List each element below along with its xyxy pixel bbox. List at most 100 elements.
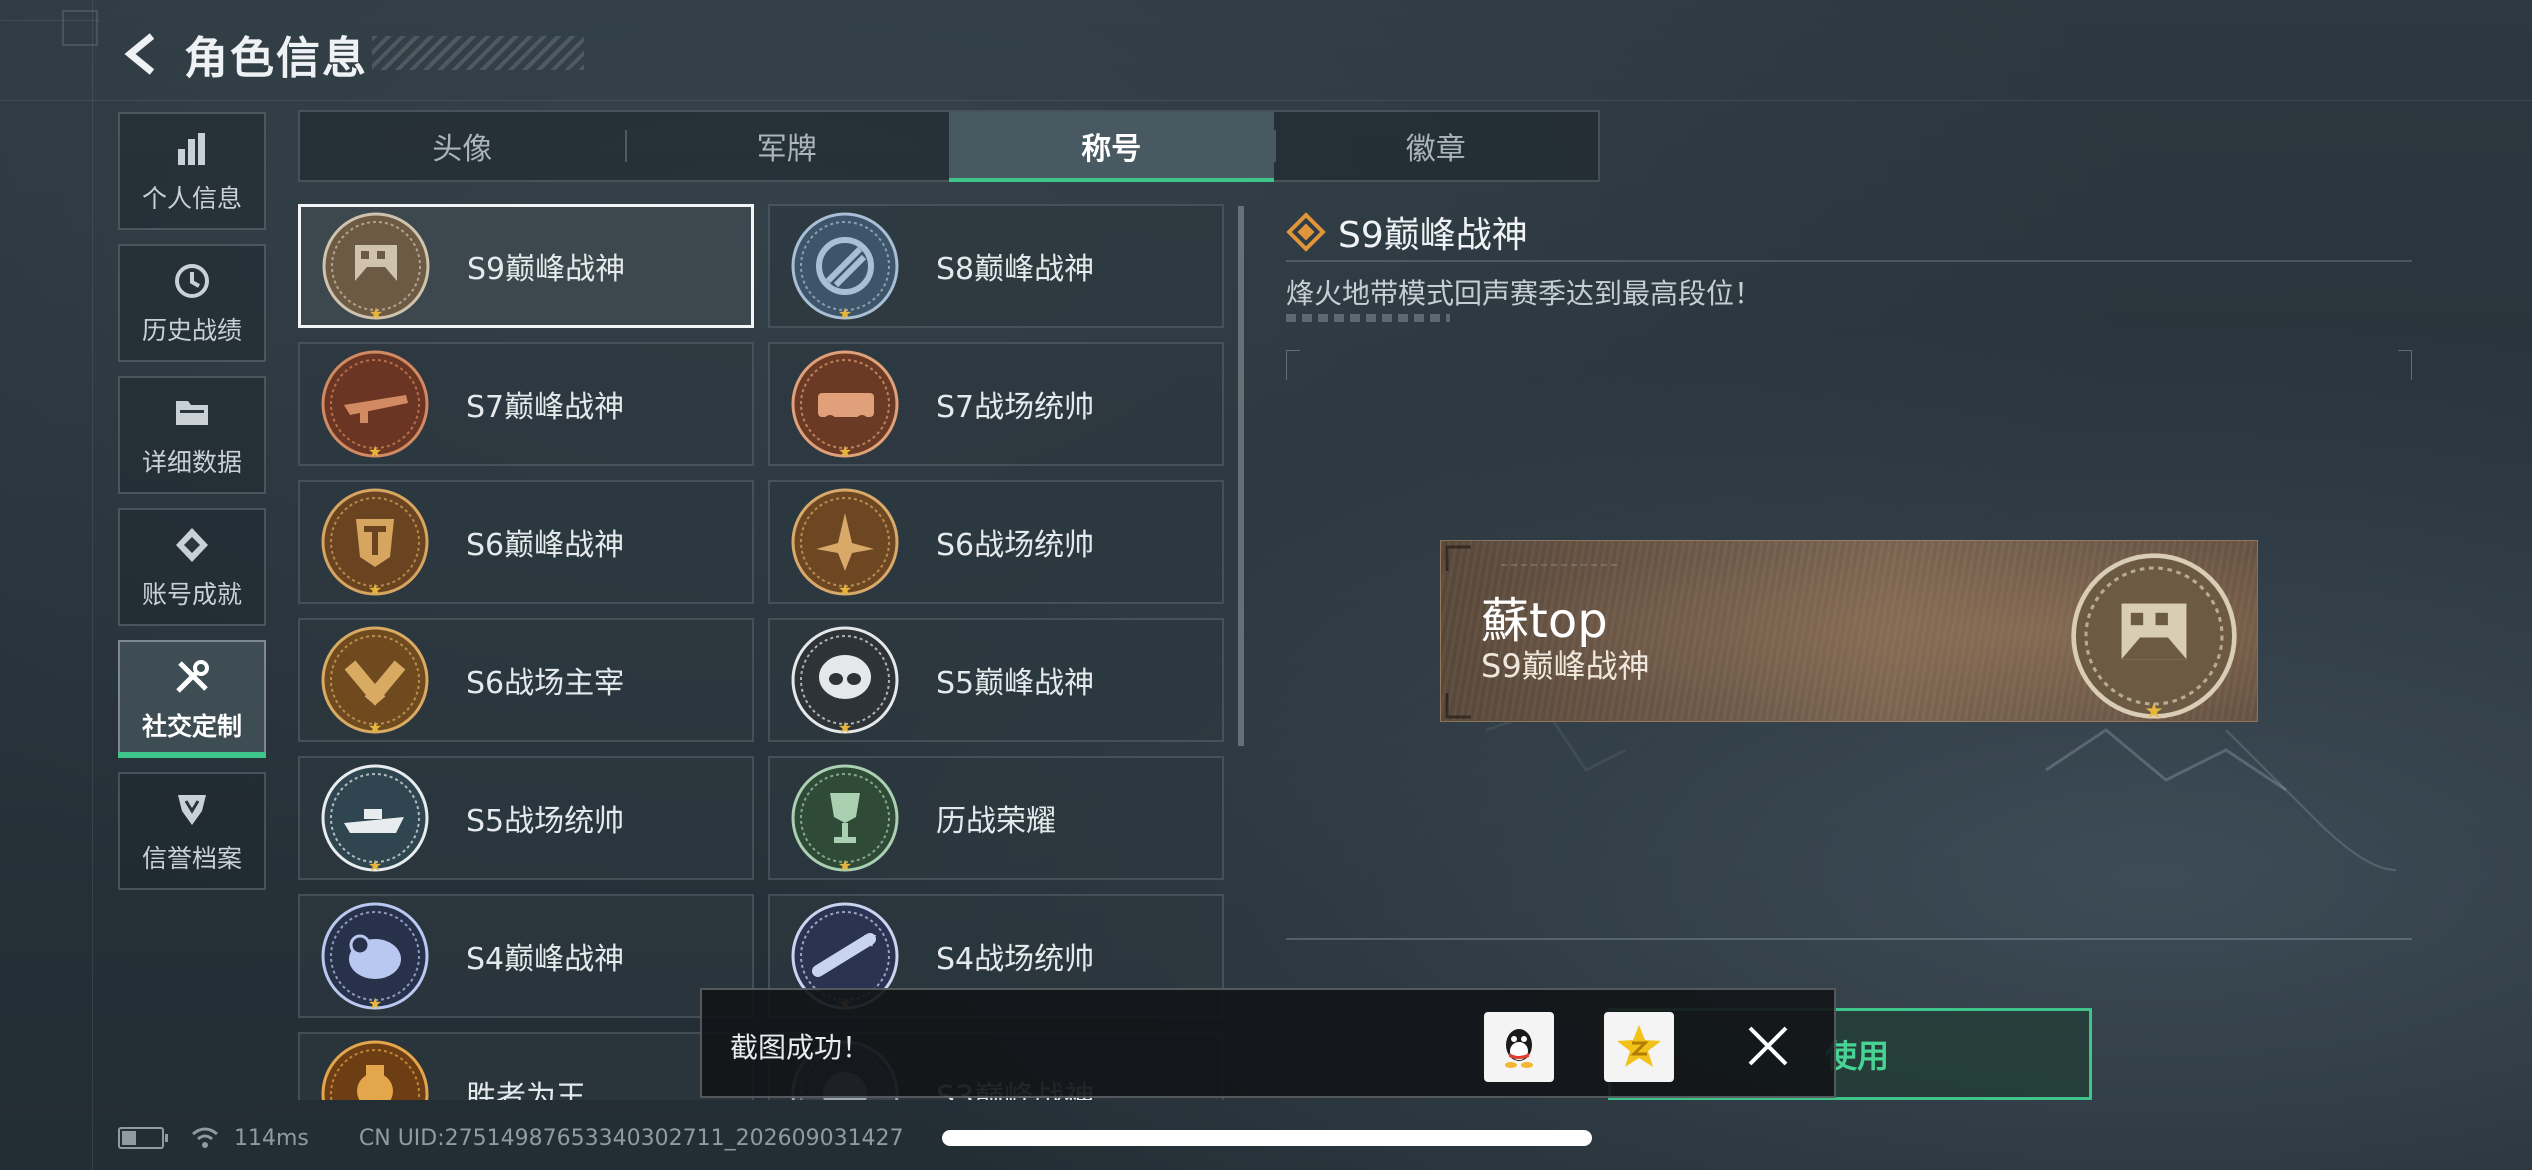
rifle-emblem-icon: ★ xyxy=(320,349,430,461)
title-card[interactable]: ★ 历战荣耀 xyxy=(768,756,1224,880)
detail-description: 烽火地带模式回声赛季达到最高段位！ xyxy=(1286,277,1763,310)
wifi-icon xyxy=(192,1127,218,1148)
title-name: S7战场统帅 xyxy=(936,390,1095,425)
title-card[interactable]: ★ S6战场统帅 xyxy=(768,480,1224,604)
fortress-emblem-icon: ★ xyxy=(2071,553,2237,721)
toast-message: 截图成功！ xyxy=(730,1031,871,1064)
detail-title: S9巅峰战神 xyxy=(1338,215,1528,256)
tab-bar: 头像 军牌 称号 徽章 xyxy=(298,110,1600,182)
title-list[interactable]: ★ S9巅峰战神 ★ S8巅峰战神 ★ S7巅峰战神 ★ S7战场统帅 ★ S6巅峰战神 ★ S6战场… xyxy=(298,204,1228,1100)
vehicle-emblem-icon: ★ xyxy=(790,349,900,461)
star-icon: ★ xyxy=(837,580,853,599)
nvg-helmet-emblem-icon: ★ xyxy=(320,901,430,1013)
title-name: S9巅峰战神 xyxy=(467,252,626,287)
share-qzone-button[interactable] xyxy=(1604,1012,1674,1082)
star-icon: ★ xyxy=(837,718,853,737)
title-name: S5战场统帅 xyxy=(466,804,625,839)
medal-emblem-icon: ★ xyxy=(320,1039,430,1100)
star-icon: ★ xyxy=(368,304,384,323)
divider xyxy=(1286,938,2412,940)
nav-item-label: 账号成就 xyxy=(141,580,242,609)
star-icon: ★ xyxy=(837,856,853,875)
title-card[interactable]: ★ S6巅峰战神 xyxy=(298,480,754,604)
star-icon: ★ xyxy=(367,856,383,875)
nav-item-3[interactable]: 账号成就 xyxy=(118,508,266,626)
nav-item-1[interactable]: 历史战绩 xyxy=(118,244,266,362)
trophy-emblem-icon: ★ xyxy=(790,763,900,875)
nav-item-label: 详细数据 xyxy=(141,448,242,477)
share-qq-button[interactable] xyxy=(1484,1012,1554,1082)
star-icon: ★ xyxy=(367,580,383,599)
status-bar: 114ms CN UID:2751498765334030271​1_20260… xyxy=(118,1118,904,1158)
tab-1[interactable]: 军牌 xyxy=(624,112,950,180)
crossed-emblem-icon: ★ xyxy=(320,625,430,737)
title-card[interactable]: ★ S7巅峰战神 xyxy=(298,342,754,466)
detail-decoration xyxy=(1286,314,1450,322)
qzone-icon xyxy=(1617,1025,1661,1067)
nav-item-4[interactable]: 社交定制 xyxy=(118,640,266,758)
title-card[interactable]: ★ S9巅峰战神 xyxy=(298,204,754,328)
nav-item-label: 历史战绩 xyxy=(141,316,242,345)
title-card[interactable]: ★ S6战场主宰 xyxy=(298,618,754,742)
title-name: 历战荣耀 xyxy=(936,804,1056,839)
page-title: 角色信息 xyxy=(184,33,368,84)
folder-icon xyxy=(170,391,214,435)
bar-chart-icon xyxy=(170,127,214,171)
t-shield-emblem-icon: ★ xyxy=(320,487,430,599)
tab-0[interactable]: 头像 xyxy=(300,112,625,180)
fortress-emblem-icon: ★ xyxy=(321,211,431,323)
tools-icon xyxy=(170,655,214,699)
star-icon: ★ xyxy=(367,442,383,461)
nameplate-title: S9巅峰战神 xyxy=(1481,647,1650,685)
nav-item-label: 社交定制 xyxy=(141,712,242,741)
title-card[interactable]: ★ S4巅峰战神 xyxy=(298,894,754,1018)
svg-text:★: ★ xyxy=(2144,699,2163,721)
helmet-emblem-icon: ★ xyxy=(790,625,900,737)
decor-square xyxy=(62,10,98,46)
diamond-icon xyxy=(1286,212,1326,252)
tab-2[interactable]: 称号 xyxy=(949,112,1274,182)
title-card[interactable]: ★ S8巅峰战神 xyxy=(768,204,1224,328)
decor-line xyxy=(92,0,93,1170)
home-indicator[interactable] xyxy=(942,1130,1592,1146)
battery-icon xyxy=(118,1127,168,1149)
nav-item-label: 个人信息 xyxy=(141,184,242,213)
boat-emblem-icon: ★ xyxy=(320,763,430,875)
side-nav: 个人信息历史战绩详细数据账号成就社交定制信誉档案 xyxy=(118,112,266,904)
star-icon: ★ xyxy=(837,304,853,323)
title-card[interactable]: ★ S5战场统帅 xyxy=(298,756,754,880)
title-name: S7巅峰战神 xyxy=(466,390,625,425)
star-icon: ★ xyxy=(367,718,383,737)
jet-emblem-icon: ★ xyxy=(790,487,900,599)
back-button[interactable] xyxy=(118,30,166,78)
title-name: S4巅峰战神 xyxy=(466,942,625,977)
title-card[interactable]: ★ S7战场统帅 xyxy=(768,342,1224,466)
title-name: S6战场统帅 xyxy=(936,528,1095,563)
page-header: 角色信息 xyxy=(118,24,368,84)
decor-line xyxy=(0,100,2532,101)
divider xyxy=(1286,260,2412,262)
nav-item-0[interactable]: 个人信息 xyxy=(118,112,266,230)
chevron-left-icon xyxy=(124,33,155,75)
toast-close-button[interactable] xyxy=(1736,1014,1800,1078)
title-name: S6巅峰战神 xyxy=(466,528,625,563)
star-icon: ★ xyxy=(837,442,853,461)
ping-value: 114ms xyxy=(234,1125,309,1151)
nav-item-5[interactable]: 信誉档案 xyxy=(118,772,266,890)
title-card[interactable]: ★ S5巅峰战神 xyxy=(768,618,1224,742)
title-name: S5巅峰战神 xyxy=(936,666,1095,701)
uid-text: CN UID:2751498765334030271​1_20260903142… xyxy=(358,1125,904,1151)
clock-icon xyxy=(170,259,214,303)
tab-3[interactable]: 徽章 xyxy=(1273,112,1599,180)
title-name: S4战场统帅 xyxy=(936,942,1095,977)
title-card[interactable]: ★ 胜者为王 xyxy=(298,1032,754,1100)
screenshot-toast: 截图成功！ xyxy=(700,988,1836,1098)
nav-item-2[interactable]: 详细数据 xyxy=(118,376,266,494)
nameplate-preview: 蘇top S9巅峰战神 ★ xyxy=(1440,540,2258,722)
qq-icon xyxy=(1505,1029,1533,1068)
title-list-scrollbar[interactable] xyxy=(1238,206,1244,746)
detail-header: S9巅峰战神 xyxy=(1286,206,1528,258)
header-decoration xyxy=(372,36,584,70)
title-name: 胜者为王 xyxy=(466,1080,586,1100)
nav-item-label: 信誉档案 xyxy=(141,844,242,873)
